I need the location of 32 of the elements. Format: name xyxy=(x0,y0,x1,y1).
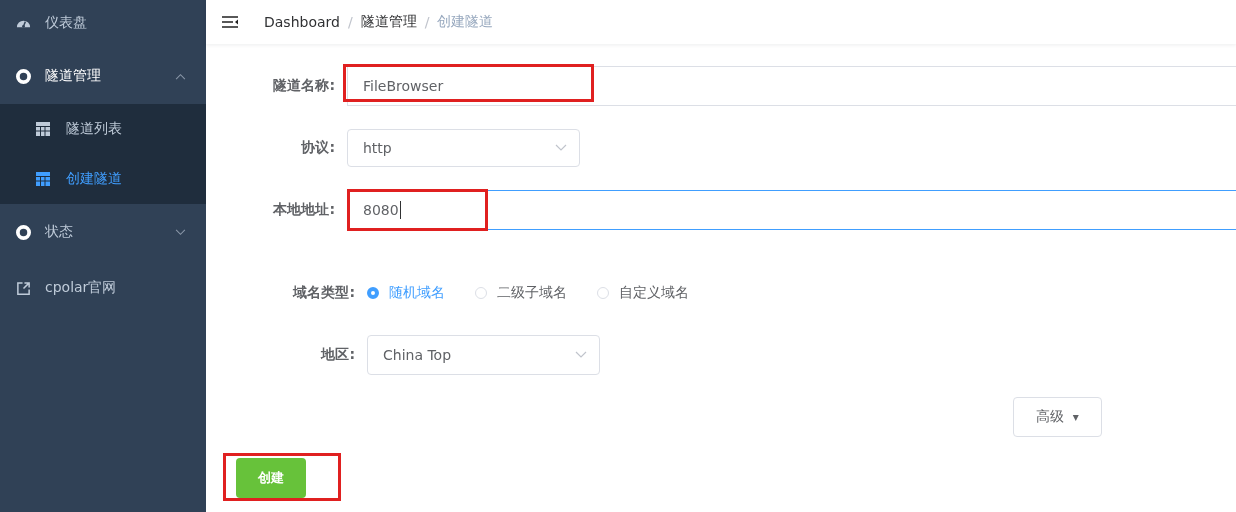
text-field[interactable]: FileBrowser xyxy=(347,66,1236,106)
submenu-item[interactable]: 隧道列表 xyxy=(0,104,206,154)
breadcrumb-separator: / xyxy=(347,14,353,30)
select-field[interactable]: http xyxy=(347,129,580,167)
chevron-down-icon xyxy=(555,144,567,152)
chevron-up-icon xyxy=(175,72,186,80)
radio-option[interactable]: 二级子域名 xyxy=(475,284,567,302)
field-label: 地区: xyxy=(319,346,356,364)
menu-item[interactable]: cpolar官网 xyxy=(0,260,206,316)
menu-icon[interactable] xyxy=(222,16,238,28)
menu-item[interactable]: 仪表盘 xyxy=(0,0,206,48)
submenu-item[interactable]: 创建隧道 xyxy=(0,154,206,204)
lifebuoy-icon xyxy=(16,68,31,84)
field-label: 隧道名称: xyxy=(272,77,336,95)
chevron-down-icon xyxy=(175,228,186,236)
radio-option[interactable]: 自定义域名 xyxy=(597,284,689,302)
lifebuoy-icon xyxy=(16,224,31,240)
grid-icon xyxy=(36,172,50,186)
external-link-icon xyxy=(16,280,31,296)
field-label: 本地地址: xyxy=(272,201,336,219)
breadcrumb-separator: / xyxy=(424,14,430,30)
breadcrumb-item[interactable]: Dashboard xyxy=(264,14,340,30)
advanced-button[interactable]: 高级 ▾ xyxy=(1013,397,1102,437)
breadcrumb-item[interactable]: 隧道管理 xyxy=(360,13,417,31)
grid-icon xyxy=(36,122,50,136)
menu-item[interactable]: 隧道管理 xyxy=(0,48,206,104)
menu-item[interactable]: 状态 xyxy=(0,204,206,260)
field-label: 协议: xyxy=(300,139,336,157)
field-label: 域名类型: xyxy=(291,284,356,302)
chevron-down-icon xyxy=(575,351,587,359)
breadcrumb-item: 创建隧道 xyxy=(437,13,494,31)
select-field[interactable]: China Top xyxy=(367,335,600,375)
